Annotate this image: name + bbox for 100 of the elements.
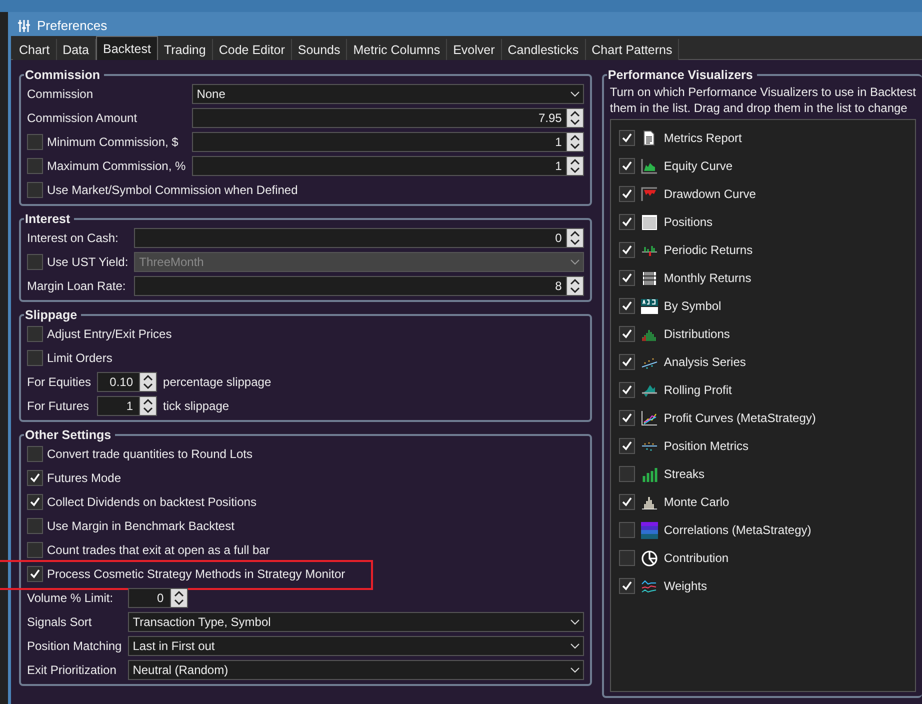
checkmark-icon	[620, 132, 633, 144]
tab[interactable]: Metric Columns	[347, 39, 448, 60]
field-label: Use UST Yield:	[47, 255, 128, 269]
checkmark-icon	[620, 188, 633, 200]
dropdown[interactable]: Transaction Type, Symbol	[128, 612, 584, 632]
checkbox[interactable]	[618, 494, 635, 510]
checkmark-icon	[29, 472, 41, 484]
checkbox[interactable]	[618, 438, 635, 454]
tab[interactable]: Evolver	[447, 39, 502, 60]
number-field[interactable]: 8	[134, 276, 584, 296]
spin-buttons[interactable]	[566, 109, 583, 127]
checkbox[interactable]	[618, 466, 635, 482]
field-label: Margin Loan Rate:	[27, 279, 126, 293]
checkbox[interactable]	[618, 298, 635, 314]
group-title: Commission	[24, 68, 102, 82]
checkbox[interactable]	[618, 130, 635, 146]
spin-buttons[interactable]	[566, 157, 583, 175]
checkmark-icon	[29, 496, 41, 508]
tab[interactable]: Backtest	[96, 36, 158, 60]
list-item[interactable]: Weights	[664, 579, 707, 593]
checkbox[interactable]	[27, 182, 43, 198]
spin-buttons[interactable]	[566, 229, 583, 247]
checkbox[interactable]	[618, 214, 635, 230]
checkmark-icon	[29, 568, 41, 580]
checkbox[interactable]	[27, 350, 43, 366]
checkbox[interactable]	[618, 270, 635, 286]
number-field[interactable]: 0.10	[97, 372, 158, 392]
list-item[interactable]: Correlations (MetaStrategy)	[664, 523, 812, 537]
spin-buttons[interactable]	[566, 277, 583, 295]
checkbox[interactable]	[27, 542, 43, 558]
list-item[interactable]: Distributions	[664, 327, 730, 341]
number-field[interactable]: 7.95	[192, 108, 584, 128]
group-title: Other Settings	[24, 428, 112, 442]
checkbox[interactable]	[27, 134, 43, 150]
field-label: Commission	[27, 87, 94, 101]
checkmark-icon	[620, 216, 633, 228]
spin-buttons[interactable]	[566, 133, 583, 151]
checkmark-icon	[620, 272, 633, 284]
list-item[interactable]: Equity Curve	[664, 159, 733, 173]
field-label: Signals Sort	[27, 615, 92, 629]
list-item[interactable]: Drawdown Curve	[664, 187, 756, 201]
list-item[interactable]: Periodic Returns	[664, 243, 753, 257]
checkbox[interactable]	[27, 446, 43, 462]
dropdown[interactable]: Last in First out	[128, 636, 584, 656]
number-field[interactable]: 1	[192, 132, 584, 152]
tab[interactable]: Chart	[13, 39, 57, 60]
checkbox[interactable]	[27, 158, 43, 174]
checkbox[interactable]	[618, 354, 635, 370]
checkbox[interactable]	[27, 470, 43, 486]
checkmark-icon	[620, 440, 633, 452]
checkmark-icon	[620, 300, 633, 312]
wave-lines-icon	[640, 578, 658, 594]
spin-buttons[interactable]	[170, 589, 187, 607]
list-item[interactable]: Rolling Profit	[664, 383, 732, 397]
tab[interactable]: Candlesticks	[502, 39, 586, 60]
number-field[interactable]: 1	[192, 156, 584, 176]
field-label: Use Margin in Benchmark Backtest	[47, 519, 234, 533]
tab[interactable]: Sounds	[292, 39, 348, 60]
checkbox[interactable]	[618, 158, 635, 174]
checkbox[interactable]	[618, 242, 635, 258]
checkbox[interactable]	[27, 326, 43, 342]
group-title: Performance Visualizers	[606, 68, 754, 82]
checkbox[interactable]	[618, 382, 635, 398]
number-field[interactable]: 1	[97, 396, 158, 416]
field-label: Convert trade quantities to Round Lots	[47, 447, 252, 461]
field-label: Exit Prioritization	[27, 663, 116, 677]
checkbox[interactable]	[618, 522, 635, 538]
list-item[interactable]: Monthly Returns	[664, 271, 752, 285]
dropdown[interactable]: None	[192, 84, 584, 104]
checkbox[interactable]	[618, 550, 635, 566]
list-item[interactable]: Profit Curves (MetaStrategy)	[664, 411, 816, 425]
field-label: Use Market/Symbol Commission when Defined	[47, 183, 298, 197]
list-item[interactable]: Position Metrics	[664, 439, 749, 453]
spin-buttons[interactable]	[139, 397, 156, 415]
list-item[interactable]: Positions	[664, 215, 713, 229]
checkbox[interactable]	[618, 186, 635, 202]
list-item[interactable]: Contribution	[664, 551, 729, 565]
tab[interactable]: Trading	[158, 39, 213, 60]
tab[interactable]: Code Editor	[212, 39, 292, 60]
list-item[interactable]: Analysis Series	[664, 355, 746, 369]
checkbox[interactable]	[618, 578, 635, 594]
list-item[interactable]: Metrics Report	[664, 131, 742, 145]
checkbox[interactable]	[27, 518, 43, 534]
checkbox[interactable]	[27, 494, 43, 510]
field-label: Position Matching	[27, 639, 122, 653]
spin-buttons[interactable]	[139, 373, 156, 391]
list-item[interactable]: Streaks	[664, 467, 705, 481]
tab[interactable]: Data	[56, 39, 96, 60]
unit-label: percentage slippage	[163, 375, 272, 389]
area-chart-icon	[640, 158, 658, 174]
tab[interactable]: Chart Patterns	[586, 39, 680, 60]
list-item[interactable]: Monte Carlo	[664, 495, 730, 509]
checkbox[interactable]	[618, 326, 635, 342]
checkbox[interactable]	[27, 566, 43, 582]
list-item[interactable]: By Symbol	[664, 299, 722, 313]
checkbox[interactable]	[618, 410, 635, 426]
number-field[interactable]: 0	[134, 228, 584, 248]
checkmark-icon	[620, 244, 633, 256]
dropdown[interactable]: Neutral (Random)	[128, 660, 584, 680]
number-field[interactable]: 0	[128, 588, 188, 608]
